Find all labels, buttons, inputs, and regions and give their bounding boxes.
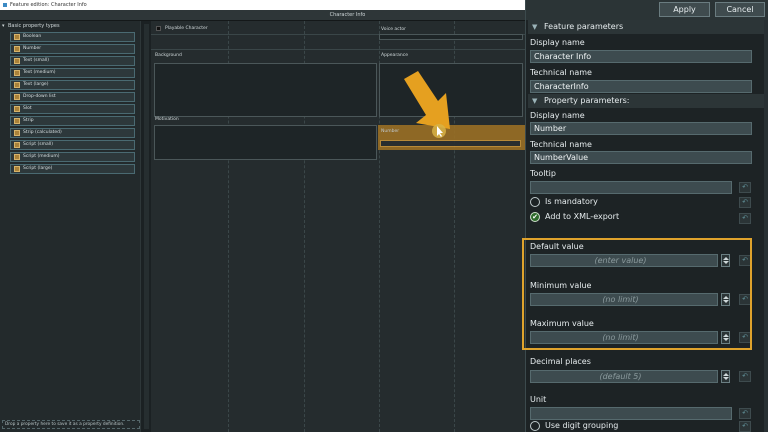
feature-technical-name-input[interactable]: CharacterInfo	[530, 80, 752, 93]
drop-indicator-arrow-icon	[404, 71, 450, 138]
property-type-icon	[14, 130, 20, 136]
reset-digit-grouping-icon[interactable]: ↶	[739, 421, 751, 432]
property-type-item[interactable]: Slot	[10, 104, 135, 114]
background-field[interactable]	[154, 63, 377, 117]
property-type-item[interactable]: Script (medium)	[10, 152, 135, 162]
label-minimum-value: Minimum value	[530, 281, 592, 290]
reset-xml-export-icon[interactable]: ↶	[739, 213, 751, 224]
property-type-item[interactable]: Drop-down list	[10, 92, 135, 102]
maximum-value-input[interactable]: (no limit)	[530, 331, 718, 344]
property-type-item[interactable]: Script (large)	[10, 164, 135, 174]
reset-decimal-places-icon[interactable]: ↶	[739, 371, 751, 382]
minimum-value-stepper[interactable]	[721, 293, 730, 306]
reset-tooltip-icon[interactable]: ↶	[739, 182, 751, 193]
window-title-bar: Feature edition: Character Info	[0, 0, 525, 10]
property-type-item[interactable]: Text (medium)	[10, 68, 135, 78]
field-label-motivation: Motivation	[155, 117, 179, 122]
reset-default-value-icon[interactable]: ↶	[739, 255, 751, 266]
tooltip-input[interactable]	[530, 181, 732, 194]
label-feature-technical-name: Technical name	[530, 68, 592, 77]
reset-maximum-value-icon[interactable]: ↶	[739, 332, 751, 343]
section-feature-parameters[interactable]: ▼ Feature parameters	[528, 20, 768, 34]
label-default-value: Default value	[530, 242, 584, 251]
property-type-icon	[14, 118, 20, 124]
label-feature-display-name: Display name	[530, 38, 585, 47]
property-type-item[interactable]: Script (small)	[10, 140, 135, 150]
unit-input[interactable]	[530, 407, 732, 420]
voice-actor-field[interactable]	[379, 34, 523, 40]
label-tooltip: Tooltip	[530, 169, 556, 178]
group-label: Basic property types	[8, 23, 60, 29]
reset-minimum-value-icon[interactable]: ↶	[739, 294, 751, 305]
display-name-input[interactable]: Number	[530, 122, 752, 135]
label-technical-name: Technical name	[530, 140, 592, 149]
chevron-down-icon: ▾	[2, 23, 5, 29]
panel-splitter[interactable]	[140, 21, 151, 432]
technical-name-input[interactable]: NumberValue	[530, 151, 752, 164]
reset-unit-icon[interactable]: ↶	[739, 408, 751, 419]
property-type-icon	[14, 142, 20, 148]
label-unit: Unit	[530, 395, 547, 404]
parameters-panel: Apply Cancel ▼ Feature parameters Displa…	[525, 0, 768, 432]
reset-mandatory-icon[interactable]: ↶	[739, 197, 751, 208]
property-type-icon	[14, 106, 20, 112]
chevron-down-icon: ▼	[532, 97, 538, 105]
property-type-item[interactable]: Number	[10, 44, 135, 54]
xml-export-checkbox[interactable]: ✔	[530, 212, 540, 222]
decimal-places-input[interactable]: (default 5)	[530, 370, 718, 383]
property-type-icon	[14, 34, 20, 40]
apply-button[interactable]: Apply	[659, 2, 710, 17]
canvas-caption: Character Info	[329, 12, 366, 18]
property-type-icon	[14, 94, 20, 100]
field-label-appearance: Appearance	[381, 53, 409, 58]
field-label-voice-actor: Voice actor	[381, 27, 407, 32]
property-type-icon	[14, 46, 20, 52]
label-display-name: Display name	[530, 111, 585, 120]
label-maximum-value: Maximum value	[530, 319, 594, 328]
is-mandatory-label: Is mandatory	[545, 197, 598, 206]
property-type-icon	[14, 82, 20, 88]
group-header-basic-property-types[interactable]: ▾ Basic property types	[0, 21, 140, 31]
section-property-parameters[interactable]: ▼ Property parameters:	[528, 94, 768, 108]
maximum-value-stepper[interactable]	[721, 331, 730, 344]
cancel-button[interactable]: Cancel	[715, 2, 765, 17]
property-type-item[interactable]: Text (large)	[10, 80, 135, 90]
grid-row-line	[151, 49, 525, 50]
tools-scrollbar[interactable]	[144, 24, 149, 429]
decimal-places-stepper[interactable]	[721, 370, 730, 383]
property-types-panel: ▾ Basic property types Boolean Number Te…	[0, 21, 140, 432]
window-title: Feature edition: Character Info	[10, 2, 87, 8]
xml-export-label: Add to XML-export	[545, 212, 620, 221]
property-drop-zone[interactable]: Drop a property here to save it as a pro…	[2, 420, 140, 429]
default-value-input[interactable]: (enter value)	[530, 254, 718, 267]
label-decimal-places: Decimal places	[530, 357, 591, 366]
minimum-value-input[interactable]: (no limit)	[530, 293, 718, 306]
chevron-down-icon: ▼	[532, 23, 538, 31]
field-label-playable: Playable Character	[165, 26, 208, 31]
property-type-item[interactable]: Strip (calculated)	[10, 128, 135, 138]
property-type-item[interactable]: Text (small)	[10, 56, 135, 66]
canvas-header: Character Info	[0, 10, 525, 21]
property-type-icon	[14, 70, 20, 76]
playable-character-checkbox[interactable]	[156, 26, 161, 31]
feature-display-name-input[interactable]: Character Info	[530, 50, 752, 63]
is-mandatory-checkbox[interactable]	[530, 197, 540, 207]
digit-grouping-checkbox[interactable]	[530, 421, 540, 431]
property-type-icon	[14, 154, 20, 160]
app-icon	[3, 3, 7, 7]
property-type-icon	[14, 58, 20, 64]
parameters-scrollbar[interactable]	[764, 20, 768, 432]
digit-grouping-label: Use digit grouping	[545, 421, 619, 430]
number-field-input[interactable]	[380, 140, 521, 147]
motivation-field[interactable]	[154, 125, 377, 160]
field-label-background: Background	[155, 53, 182, 58]
feature-canvas[interactable]: Playable Character Voice actor Backgroun…	[151, 21, 525, 432]
property-type-icon	[14, 166, 20, 172]
dialog-button-bar: Apply Cancel	[526, 0, 768, 20]
default-value-stepper[interactable]	[721, 254, 730, 267]
property-type-item[interactable]: Boolean	[10, 32, 135, 42]
property-type-item[interactable]: Strip	[10, 116, 135, 126]
